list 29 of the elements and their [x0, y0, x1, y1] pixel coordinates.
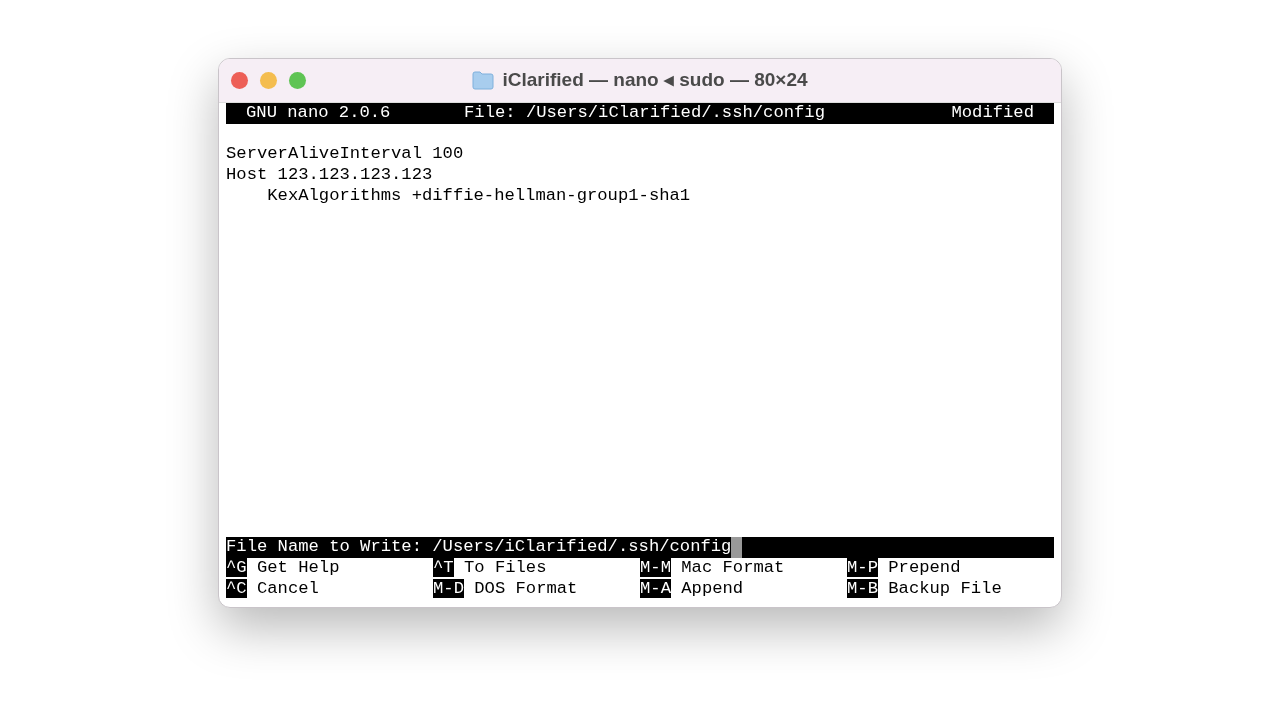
shortcut-label: Get Help [255, 558, 340, 578]
shortcut-label: Prepend [887, 558, 961, 578]
shortcut-key: M-B [847, 578, 878, 598]
text-line: ServerAliveInterval 100 [226, 144, 464, 164]
text-line: Host 123.123.123.123 [226, 165, 433, 185]
program-version: GNU nano 2.0.6 [246, 103, 392, 124]
filename-prompt: File Name to Write: /Users/iClarified/.ssh/config [226, 537, 732, 557]
shortcut-key: ^G [226, 558, 247, 578]
shortcut-key: M-D [433, 578, 464, 598]
file-path: File: /Users/iClarified/.ssh/config [464, 103, 826, 124]
shortcut-label: Backup File [887, 578, 1002, 598]
shortcut-label: Mac Format [680, 558, 785, 578]
text-cursor [731, 537, 742, 559]
shortcut-key: M-A [640, 578, 671, 598]
shortcut-key: ^C [226, 578, 247, 598]
shortcut-label: Cancel [255, 578, 319, 598]
shortcut-key: M-M [640, 558, 671, 578]
shortcut-label: Append [680, 578, 744, 598]
window-title: iClarified — nano ◂ sudo — 80×24 [502, 68, 808, 93]
shortcut-label: DOS Format [473, 578, 578, 598]
text-line: KexAlgorithms +diffie-hellman-group1-sha1 [266, 185, 691, 205]
zoom-button[interactable] [289, 72, 306, 89]
modified-status: Modified [951, 103, 1034, 124]
folder-icon [472, 71, 495, 90]
minimize-button[interactable] [260, 72, 277, 89]
shortcut-key: ^T [433, 558, 454, 578]
close-button[interactable] [231, 72, 248, 89]
shortcut-key: M-P [847, 558, 878, 578]
shortcut-label: To Files [462, 558, 547, 578]
